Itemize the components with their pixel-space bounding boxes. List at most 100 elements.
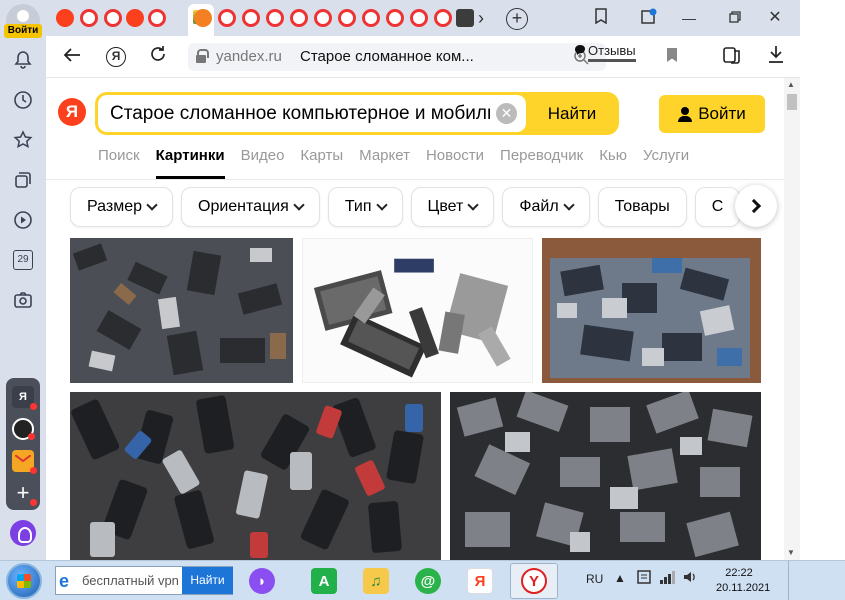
tab-favicon-12[interactable] [386, 9, 404, 27]
address-bar[interactable]: yandex.ru Старое сломанное ком... [188, 43, 606, 71]
search-input[interactable]: Старое сломанное компьютерное и мобильно… [98, 95, 526, 132]
tab-favicon-4[interactable] [194, 9, 212, 27]
add-app-icon[interactable]: + [12, 480, 37, 506]
tab-favicon-yandex-2[interactable] [126, 9, 144, 27]
tab-market[interactable]: Маркет [359, 147, 410, 179]
tab-favicon-8[interactable] [290, 9, 308, 27]
tab-favicon-yandex[interactable] [56, 9, 74, 27]
tab-images[interactable]: Картинки [155, 147, 225, 179]
tabs-scroll-right-icon[interactable]: › [470, 8, 492, 28]
start-button[interactable] [6, 563, 42, 599]
tab-favicon-3[interactable] [148, 9, 166, 27]
browser-sidebar: Войти 29 Я + [0, 0, 46, 560]
taskbar-search-input[interactable]: бесплатный vpn [82, 573, 179, 588]
filter-orientation[interactable]: Ориентация [181, 187, 320, 227]
clear-search-icon[interactable]: ✕ [496, 103, 517, 124]
collections-icon[interactable] [11, 168, 35, 192]
tray-arrow-icon[interactable]: ▲ [614, 571, 626, 585]
history-icon[interactable] [11, 88, 35, 112]
tab-maps[interactable]: Карты [300, 147, 343, 179]
filter-color[interactable]: Цвет [410, 187, 495, 227]
filter-size[interactable]: Размер [70, 187, 173, 227]
tab-favicon-11[interactable] [362, 9, 380, 27]
search-button[interactable]: Найти [528, 95, 616, 132]
scroll-up-icon[interactable]: ▲ [787, 80, 795, 89]
tray-app-icon[interactable] [636, 569, 652, 588]
tab-video[interactable]: Видео [241, 147, 285, 179]
bell-icon[interactable] [11, 48, 35, 72]
tab-services[interactable]: Услуги [643, 147, 689, 179]
scroll-thumb[interactable] [787, 94, 797, 110]
taskbar-search[interactable]: e бесплатный vpn Найти [55, 566, 233, 595]
yandex-home-icon[interactable]: Я [104, 45, 128, 69]
new-tab-button[interactable]: + [506, 8, 528, 30]
chevron-down-icon [375, 199, 388, 211]
tab-favicon-5[interactable] [218, 9, 236, 27]
login-label: Войти [698, 104, 746, 123]
restore-button[interactable] [724, 8, 746, 28]
result-image-phones-pile-1[interactable] [70, 238, 293, 383]
tab-favicon-2[interactable] [104, 9, 122, 27]
tab-search[interactable]: Поиск [98, 147, 140, 179]
sidebar-login-button[interactable]: Войти [4, 24, 42, 38]
tab-translator[interactable]: Переводчик [500, 147, 583, 179]
tab-favicon-14[interactable] [434, 9, 452, 27]
volume-icon[interactable] [682, 569, 698, 588]
filter-bar: Размер Ориентация Тип Цвет Файл Товары С [70, 187, 741, 227]
scroll-down-icon[interactable]: ▼ [787, 548, 795, 557]
minimize-button[interactable]: — [678, 8, 700, 28]
filter-more[interactable]: С [694, 187, 741, 227]
bookmark-icon[interactable] [660, 45, 684, 69]
result-image-ewaste-bin[interactable] [542, 238, 761, 383]
mail-app-icon[interactable] [12, 450, 37, 474]
notifications-icon[interactable] [638, 8, 660, 28]
close-window-button[interactable]: ✕ [764, 8, 786, 28]
filter-type[interactable]: Тип [327, 187, 403, 227]
filter-file[interactable]: Файл [502, 187, 590, 227]
result-image-laptops[interactable] [302, 238, 533, 383]
alice-assistant-icon[interactable] [10, 520, 36, 546]
yandex-logo[interactable]: Я [58, 98, 86, 126]
tab-q[interactable]: Кью [599, 147, 627, 179]
language-indicator[interactable]: RU [586, 572, 603, 586]
filter-goods[interactable]: Товары [597, 187, 687, 227]
collections-toolbar-icon[interactable] [720, 45, 744, 69]
show-desktop-button[interactable] [788, 561, 800, 600]
tab-favicon-13[interactable] [410, 9, 428, 27]
tab-favicon-10[interactable] [338, 9, 356, 27]
result-image-circuit-boards[interactable] [450, 392, 761, 560]
back-arrow-icon[interactable] [60, 45, 84, 69]
sidebar-apps-panel: Я + [6, 378, 40, 510]
tab-favicon-6[interactable] [242, 9, 260, 27]
star-icon[interactable] [11, 128, 35, 152]
reload-icon[interactable] [146, 45, 170, 69]
yandex-app-icon[interactable]: Я [12, 386, 37, 410]
filter-label: Цвет [427, 198, 464, 215]
download-icon[interactable] [764, 45, 788, 69]
tab-news[interactable]: Новости [426, 147, 484, 179]
play-icon[interactable] [11, 208, 35, 232]
yandex-taskbar-icon[interactable]: Я [458, 563, 502, 599]
mail-taskbar-icon[interactable]: @ [406, 563, 450, 599]
camera-icon[interactable] [11, 288, 35, 312]
taskbar-search-button[interactable]: Найти [182, 567, 233, 594]
tab-favicon-7[interactable] [266, 9, 284, 27]
browser-taskbar-icon[interactable]: Y [510, 563, 558, 599]
tab-manager-icon[interactable] [590, 8, 612, 28]
login-button[interactable]: Войти [659, 95, 765, 133]
calendar-icon[interactable]: 29 [11, 248, 35, 272]
filters-next-button[interactable] [735, 185, 777, 227]
market-taskbar-icon[interactable]: A [302, 563, 346, 599]
reviews-button[interactable]: Отзывы [588, 43, 636, 62]
taskbar-clock[interactable]: 22:22 20.11.2021 [716, 566, 770, 596]
alice-taskbar-icon[interactable]: ◗ [240, 563, 284, 599]
network-icon[interactable] [658, 569, 676, 588]
camera-app-icon[interactable] [12, 418, 35, 440]
page-scrollbar[interactable]: ▲ ▼ [784, 78, 800, 560]
calendar-day: 29 [13, 250, 33, 270]
tab-favicon-9[interactable] [314, 9, 332, 27]
tab-favicon-1[interactable] [80, 9, 98, 27]
music-taskbar-icon[interactable]: ♫ [354, 563, 398, 599]
clock-time: 22:22 [725, 567, 753, 579]
result-image-phones-pile-2[interactable] [70, 392, 441, 560]
